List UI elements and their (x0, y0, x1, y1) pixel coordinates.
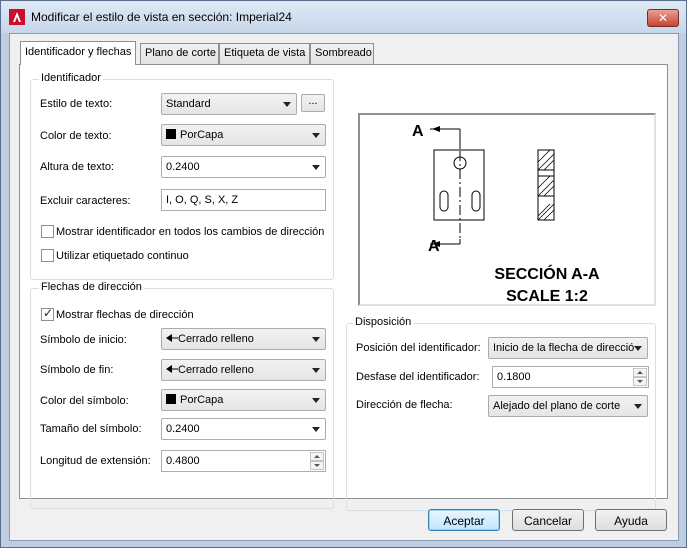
part-outline (433, 149, 485, 221)
longitud-extension-input[interactable]: 0.4800 (161, 450, 326, 472)
color-simbolo-select[interactable]: PorCapa (161, 389, 326, 411)
estilo-texto-value: Standard (166, 98, 211, 110)
chevron-down-icon (312, 427, 320, 432)
tab-sombreado[interactable]: Sombreado (310, 43, 374, 64)
simbolo-fin-select[interactable]: Cerrado relleno (161, 359, 326, 381)
longitud-extension-label: Longitud de extensión: (40, 455, 151, 467)
chevron-down-icon (312, 133, 320, 138)
spin-down-icon (637, 380, 643, 383)
close-icon: ✕ (657, 11, 669, 25)
tamano-simbolo-label: Tamaño del símbolo: (40, 423, 142, 435)
chevron-down-icon (312, 337, 320, 342)
chevron-down-icon (312, 165, 320, 170)
excluir-caracteres-label: Excluir caracteres: (40, 195, 131, 207)
desfase-identificador-input[interactable]: 0.1800 (492, 366, 649, 388)
posicion-identificador-select[interactable]: Inicio de la flecha de direcció (488, 337, 648, 359)
tab-etiqueta-de-vista[interactable]: Etiqueta de vista (219, 43, 310, 64)
autocad-app-icon (9, 9, 25, 25)
preview-caption-title: SECCIÓN A-A (494, 264, 600, 283)
excluir-caracteres-input[interactable]: I, O, Q, S, X, Z (161, 189, 326, 211)
altura-texto-value: 0.2400 (166, 161, 200, 173)
tab-label: Etiqueta de vista (224, 47, 306, 59)
ayuda-button[interactable]: Ayuda (595, 509, 667, 531)
close-button[interactable]: ✕ (647, 9, 679, 27)
tab-label: Plano de corte (145, 47, 216, 59)
spin-up-button[interactable] (310, 452, 324, 461)
color-texto-label: Color de texto: (40, 130, 112, 142)
etiquetado-continuo-checkbox[interactable] (41, 249, 54, 262)
direccion-flecha-value: Alejado del plano de corte (493, 400, 621, 412)
simbolo-inicio-label: Símbolo de inicio: (40, 334, 127, 346)
spin-up-icon (314, 455, 320, 458)
desfase-identificador-label: Desfase del identificador: (356, 371, 480, 383)
cancelar-button[interactable]: Cancelar (512, 509, 584, 531)
color-swatch-icon (166, 394, 176, 404)
altura-texto-input[interactable]: 0.2400 (161, 156, 326, 178)
identificador-group-label: Identificador (39, 72, 103, 84)
desfase-identificador-value: 0.1800 (497, 371, 531, 383)
window-title: Modificar el estilo de vista en sección:… (31, 10, 292, 24)
tab-panel: Identificador Estilo de texto: Standard … (19, 64, 668, 511)
chevron-down-icon (312, 398, 320, 403)
simbolo-inicio-select[interactable]: Cerrado relleno (161, 328, 326, 350)
posicion-identificador-label: Posición del identificador: (356, 342, 481, 354)
tamano-simbolo-input[interactable]: 0.2400 (161, 418, 326, 440)
color-simbolo-label: Color del símbolo: (40, 395, 129, 407)
direccion-flecha-label: Dirección de flecha: (356, 399, 453, 411)
mostrar-flechas-checkbox[interactable] (41, 306, 54, 321)
etiquetado-continuo-label: Utilizar etiquetado continuo (56, 250, 189, 262)
color-simbolo-value: PorCapa (180, 394, 224, 406)
simbolo-fin-label: Símbolo de fin: (40, 364, 114, 376)
chevron-down-icon (634, 346, 642, 351)
dialog-client-area: Identificador y flechas Plano de corte E… (9, 33, 679, 541)
chevron-down-icon (634, 404, 642, 409)
browse-button-label: ... (308, 95, 318, 107)
color-texto-value: PorCapa (180, 129, 224, 141)
color-swatch-icon (166, 129, 176, 139)
ayuda-label: Ayuda (614, 514, 648, 528)
flechas-group-label: Flechas de dirección (39, 281, 144, 293)
cancelar-label: Cancelar (523, 514, 573, 528)
tamano-simbolo-value: 0.2400 (166, 423, 200, 435)
mostrar-identificador-label: Mostrar identificador en todos los cambi… (56, 226, 325, 238)
direccion-flecha-select[interactable]: Alejado del plano de corte (488, 395, 648, 417)
spin-up-button[interactable] (633, 368, 647, 377)
closed-filled-arrow-icon (166, 365, 178, 373)
tab-label: Identificador y flechas (25, 46, 132, 58)
simbolo-fin-value: Cerrado relleno (178, 364, 254, 376)
spin-down-icon (314, 464, 320, 467)
aceptar-label: Aceptar (443, 514, 485, 528)
longitud-extension-value: 0.4800 (166, 455, 200, 467)
chevron-down-icon (312, 368, 320, 373)
estilo-texto-select[interactable]: Standard (161, 93, 297, 115)
preview-pane: A A SECCIÓN A-A SCALE 1:2 (358, 113, 656, 306)
tab-label: Sombreado (315, 47, 372, 59)
spin-up-icon (637, 371, 643, 374)
section-preview-drawing: A A SECCIÓN A-A SCALE 1:2 (412, 123, 600, 305)
spin-down-button[interactable] (310, 461, 324, 470)
tab-identificador-flechas[interactable]: Identificador y flechas (20, 41, 137, 65)
spin-down-button[interactable] (633, 377, 647, 386)
browse-text-style-button[interactable]: ... (301, 94, 325, 112)
excluir-caracteres-value: I, O, Q, S, X, Z (166, 194, 239, 206)
mostrar-flechas-label: Mostrar flechas de dirección (56, 309, 194, 321)
section-view (537, 149, 555, 221)
preview-marker-bottom: A (428, 238, 440, 255)
mostrar-identificador-checkbox[interactable] (41, 225, 54, 238)
arrow-icon (432, 126, 440, 132)
chevron-down-icon (283, 102, 291, 107)
aceptar-button[interactable]: Aceptar (428, 509, 500, 531)
tab-plano-de-corte[interactable]: Plano de corte (140, 43, 219, 64)
estilo-texto-label: Estilo de texto: (40, 98, 113, 110)
dialog-window: Modificar el estilo de vista en sección:… (0, 0, 687, 548)
preview-caption-scale: SCALE 1:2 (506, 288, 588, 304)
color-texto-select[interactable]: PorCapa (161, 124, 326, 146)
simbolo-inicio-value: Cerrado relleno (178, 333, 254, 345)
closed-filled-arrow-icon (166, 334, 178, 342)
title-bar[interactable]: Modificar el estilo de vista en sección:… (1, 1, 686, 33)
preview-marker-top: A (412, 123, 424, 140)
altura-texto-label: Altura de texto: (40, 161, 114, 173)
disposicion-group-label: Disposición (353, 316, 414, 328)
posicion-identificador-value: Inicio de la flecha de direcció (493, 342, 635, 354)
